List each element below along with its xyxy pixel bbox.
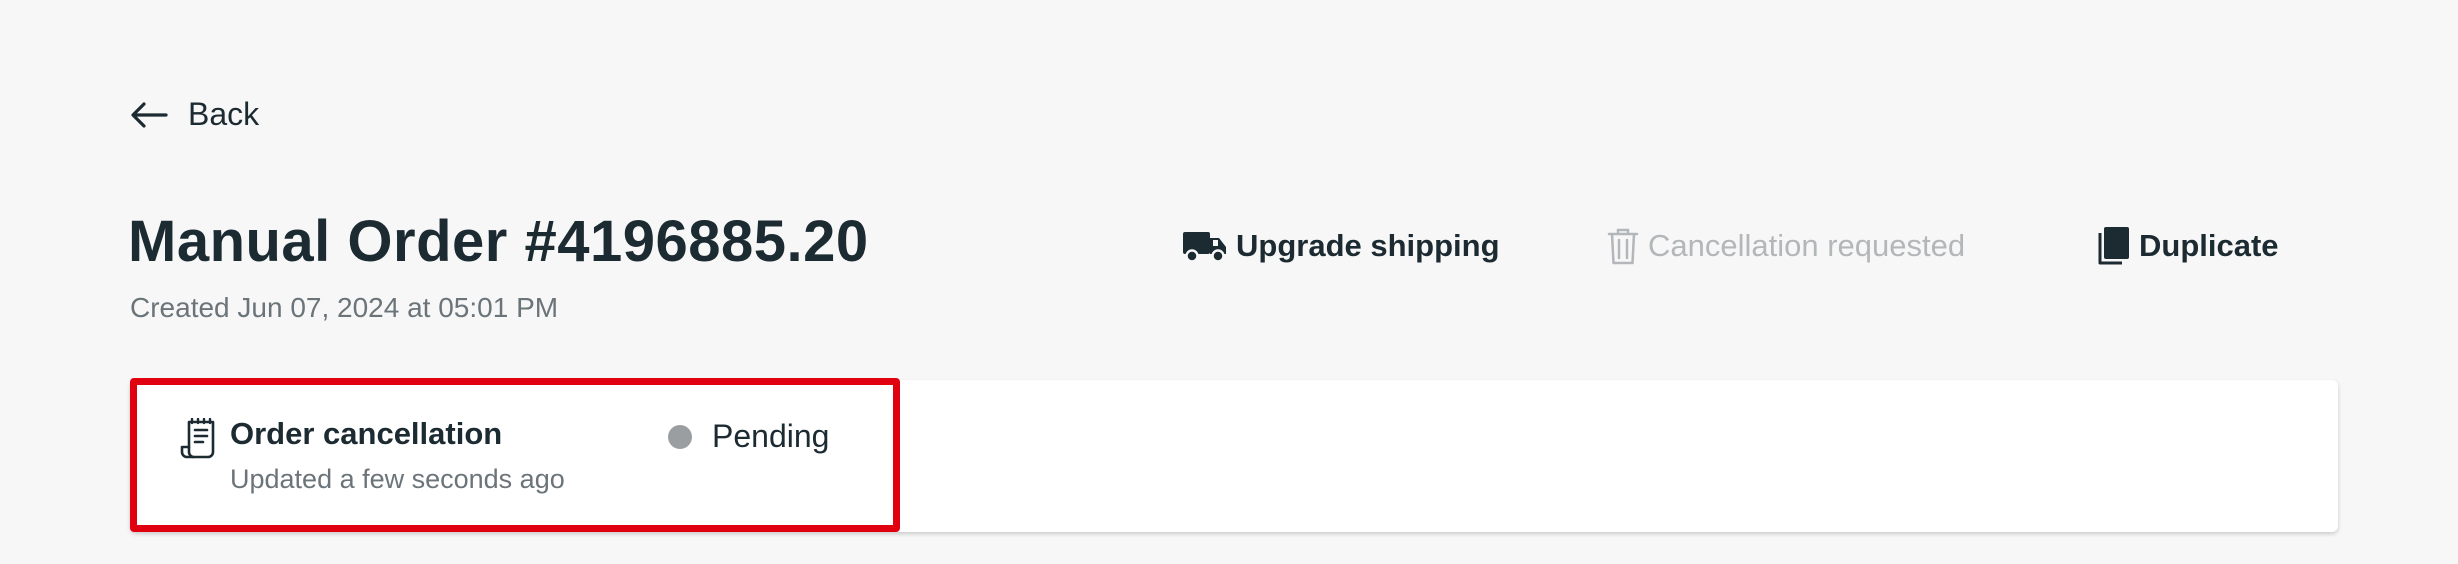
upgrade-shipping-label: Upgrade shipping — [1236, 228, 1500, 263]
cancellation-requested-label: Cancellation requested — [1648, 228, 1966, 263]
order-detail-page: Back Manual Order #4196885.20 Created Ju… — [0, 0, 2458, 564]
cancellation-requested-button[interactable]: Cancellation requested — [1606, 224, 1965, 268]
truck-icon — [1182, 228, 1228, 264]
back-label: Back — [188, 96, 260, 132]
trash-icon — [1606, 226, 1640, 266]
receipt-icon — [180, 416, 218, 460]
cancellation-status-card: Order cancellation Updated a few seconds… — [130, 380, 2338, 532]
status-text-group: Order cancellation Updated a few seconds… — [230, 416, 565, 495]
created-date: Created Jun 07, 2024 at 05:01 PM — [130, 292, 559, 323]
status-label: Pending — [712, 418, 830, 454]
status-badge: Pending — [668, 418, 829, 455]
arrow-left-icon — [130, 101, 168, 129]
header-actions: Upgrade shipping Cancellation requested — [0, 224, 2458, 268]
copy-icon — [2095, 226, 2131, 266]
back-link[interactable]: Back — [130, 96, 259, 133]
status-title: Order cancellation — [230, 416, 503, 451]
order-cancellation-item[interactable]: Order cancellation Updated a few seconds… — [180, 416, 565, 495]
status-updated-time: Updated a few seconds ago — [230, 464, 565, 494]
duplicate-label: Duplicate — [2139, 228, 2279, 263]
duplicate-button[interactable]: Duplicate — [2095, 224, 2279, 268]
status-dot-icon — [668, 424, 692, 449]
upgrade-shipping-button[interactable]: Upgrade shipping — [1182, 224, 1500, 268]
